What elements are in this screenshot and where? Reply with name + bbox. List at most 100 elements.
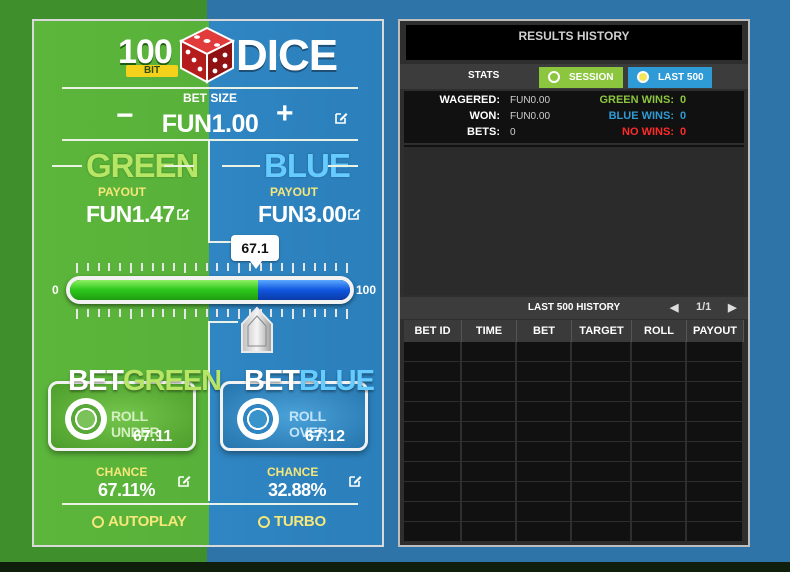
- roll-slider[interactable]: [66, 276, 354, 304]
- bet-size-value: FUN1.00: [161, 110, 259, 138]
- edit-green-payout-icon[interactable]: [176, 207, 190, 221]
- blue-title-rule-right: [328, 165, 358, 167]
- table-cell: [462, 422, 517, 442]
- slider-tick: [335, 309, 337, 317]
- chip-icon: [237, 398, 279, 440]
- slider-tick: [152, 309, 154, 317]
- table-cell: [572, 522, 632, 542]
- table-cell: [572, 502, 632, 522]
- slider-tick: [292, 263, 294, 273]
- table-row: [404, 442, 744, 462]
- table-cell: [517, 522, 572, 542]
- table-cell: [517, 462, 572, 482]
- table-cell: [517, 502, 572, 522]
- slider-ticks-bottom: [76, 309, 348, 319]
- table-cell: [687, 362, 744, 382]
- divider: [62, 503, 358, 505]
- column-header: BET: [517, 320, 572, 342]
- table-cell: [632, 382, 687, 402]
- center-divider-elbow: [208, 241, 232, 243]
- slider-tick: [76, 263, 78, 273]
- slider-handle[interactable]: [240, 306, 274, 356]
- table-cell: [404, 362, 462, 382]
- table-cell: [462, 462, 517, 482]
- table-cell: [404, 482, 462, 502]
- table-cell: [687, 402, 744, 422]
- bet-blue-heading: BETBLUE: [244, 365, 375, 398]
- table-cell: [404, 462, 462, 482]
- next-page-button[interactable]: ▶: [728, 301, 736, 314]
- divider: [62, 87, 358, 89]
- bets-value: 0: [510, 127, 516, 138]
- blue-payout-value: FUN3.00: [258, 201, 347, 227]
- table-cell: [572, 402, 632, 422]
- slider-tick: [173, 309, 175, 317]
- blue-chance-value: 32.88%: [268, 480, 327, 500]
- slider-blue-fill: [257, 280, 350, 300]
- slider-tick: [314, 309, 316, 317]
- table-cell: [462, 482, 517, 502]
- table-cell: [404, 402, 462, 422]
- tab-last500-label: LAST 500: [658, 72, 704, 83]
- slider-tick: [324, 309, 326, 317]
- slider-tick: [238, 263, 240, 273]
- table-row: [404, 422, 744, 442]
- green-wins-label: GREEN WINS:: [599, 94, 674, 106]
- page-indicator: 1/1: [696, 301, 712, 313]
- edit-green-chance-icon[interactable]: [177, 474, 191, 488]
- slider-tick: [216, 309, 218, 317]
- table-cell: [687, 502, 744, 522]
- table-cell: [572, 442, 632, 462]
- table-cell: [462, 442, 517, 462]
- no-wins-label: NO WINS:: [622, 126, 674, 138]
- bet-green-word: GREEN: [123, 365, 222, 397]
- table-row: [404, 502, 744, 522]
- slider-green-fill: [70, 280, 258, 300]
- chip-icon: [65, 398, 107, 440]
- stats-box: WAGERED: FUN0.00 WON: FUN0.00 BETS: 0 GR…: [404, 91, 744, 143]
- slider-tick: [87, 309, 89, 317]
- table-row: [404, 362, 744, 382]
- table-cell: [632, 522, 687, 542]
- edit-blue-payout-icon[interactable]: [347, 207, 361, 221]
- prev-page-button[interactable]: ◀: [670, 301, 678, 314]
- column-header: BET ID: [404, 320, 462, 342]
- edit-blue-chance-icon[interactable]: [348, 474, 362, 488]
- slider-tick: [227, 309, 229, 317]
- table-cell: [517, 362, 572, 382]
- slider-tick: [292, 309, 294, 319]
- slider-tick: [281, 263, 283, 271]
- slider-tick: [195, 309, 197, 317]
- slider-tick: [141, 263, 143, 271]
- results-history-title: RESULTS HISTORY: [406, 25, 742, 60]
- won-value: FUN0.00: [510, 111, 551, 122]
- footer-bar: [0, 562, 790, 572]
- table-cell: [404, 382, 462, 402]
- table-row: [404, 482, 744, 502]
- green-payout-value: FUN1.47: [86, 201, 175, 227]
- logo-bit-tag: BIT: [126, 65, 178, 77]
- table-cell: [687, 422, 744, 442]
- table-cell: [572, 342, 632, 362]
- table-cell: [462, 522, 517, 542]
- blue-chance-label: CHANCE: [267, 465, 319, 479]
- slider-tick: [335, 263, 337, 271]
- won-label: WON:: [469, 110, 500, 122]
- column-header: TARGET: [572, 320, 632, 342]
- increase-bet-button[interactable]: +: [276, 97, 294, 131]
- table-cell: [572, 482, 632, 502]
- table-cell: [572, 422, 632, 442]
- blue-payout-label: PAYOUT: [270, 185, 319, 199]
- slider-tick: [270, 263, 272, 271]
- tab-session[interactable]: SESSION: [539, 67, 623, 88]
- tab-last-500[interactable]: LAST 500: [628, 67, 712, 88]
- edit-bet-icon[interactable]: [334, 111, 348, 125]
- table-cell: [632, 342, 687, 362]
- table-cell: [404, 522, 462, 542]
- autoplay-label: AUTOPLAY: [108, 513, 187, 530]
- table-cell: [687, 382, 744, 402]
- stats-label: STATS: [468, 70, 500, 81]
- table-cell: [632, 362, 687, 382]
- bet-size-label: BET SIZE: [182, 91, 237, 105]
- slider-tick: [119, 263, 121, 271]
